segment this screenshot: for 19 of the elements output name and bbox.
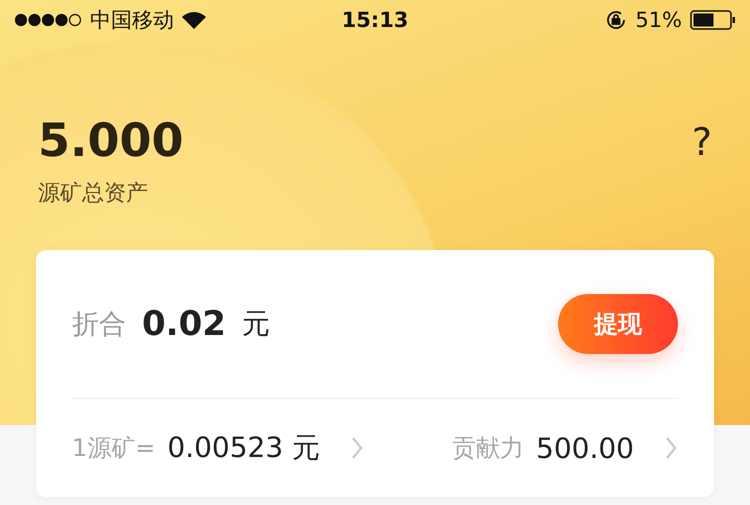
signal-dots-icon — [14, 13, 82, 27]
clock-time: 15:13 — [342, 8, 408, 32]
chevron-right-icon — [664, 435, 678, 461]
total-assets-amount: 5.000 — [38, 114, 184, 166]
battery-icon — [690, 10, 736, 30]
currency-unit: 元 — [242, 306, 270, 342]
stat-label: 贡献力 — [452, 433, 524, 464]
help-icon[interactable]: ? — [692, 120, 712, 176]
equivalent-label: 折合 — [72, 308, 126, 342]
stat-value: 0.00523 元 — [167, 430, 320, 466]
equivalent-value: 0.02 — [142, 304, 226, 344]
carrier-name: 中国移动 — [90, 7, 174, 34]
battery-percent: 51% — [635, 8, 682, 32]
total-assets-label: 源矿总资产 — [38, 180, 149, 208]
chevron-right-icon — [350, 435, 364, 461]
wifi-icon — [182, 11, 206, 29]
rotation-lock-icon — [605, 9, 628, 31]
stat-label: 1源矿= — [72, 433, 156, 464]
stat-value: 500.00 — [536, 432, 634, 464]
